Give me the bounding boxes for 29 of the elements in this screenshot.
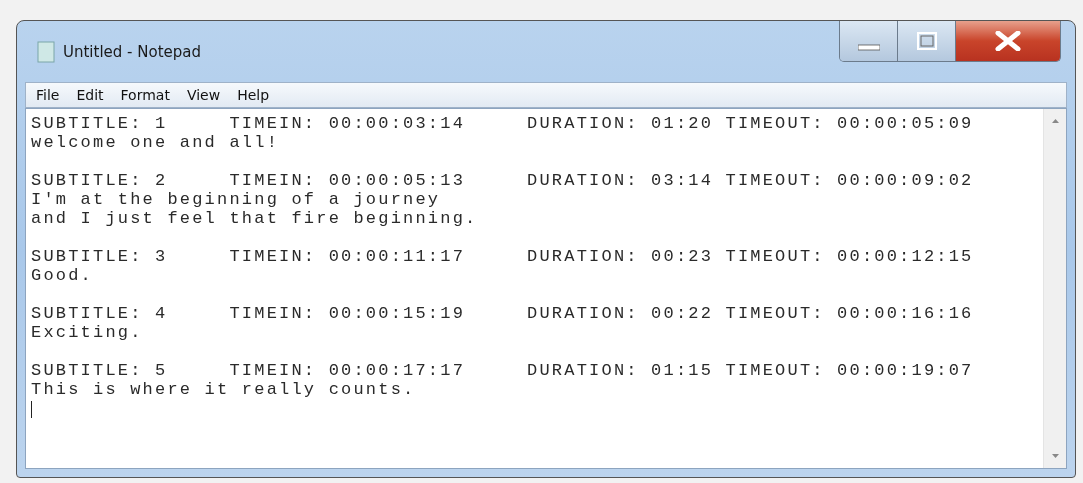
close-button[interactable] — [956, 21, 1060, 61]
maximize-icon — [916, 32, 937, 50]
close-icon — [995, 31, 1021, 51]
menu-item[interactable]: Format — [120, 87, 170, 103]
maximize-button[interactable] — [898, 21, 956, 61]
text-area[interactable] — [25, 108, 1067, 469]
minimize-icon — [857, 44, 880, 52]
text-line: Exciting. — [31, 323, 143, 342]
menu-item[interactable]: View — [186, 87, 221, 103]
text-cursor — [31, 401, 32, 418]
text-line: Good. — [31, 266, 93, 285]
text-line: and I just feel that fire beginning. — [31, 209, 478, 228]
scroll-down-icon[interactable] — [1051, 454, 1059, 458]
scrollbar[interactable] — [1043, 109, 1066, 468]
text-line: This is where it really counts. — [31, 380, 416, 399]
minimize-button[interactable] — [840, 21, 898, 61]
text-line: welcome one and all! — [31, 133, 280, 152]
text-line: SUBTITLE: 2 TIMEIN: 00:00:05:13 DURATION: 03:14 TIMEOUT: 00:00:09:02 — [31, 171, 974, 190]
text-line: SUBTITLE: 1 TIMEIN: 00:00:03:14 DURATION: 01:20 TIMEOUT: 00:00:05:09 — [31, 114, 974, 133]
text-line: SUBTITLE: 4 TIMEIN: 00:00:15:19 DURATION: 00:22 TIMEOUT: 00:00:16:16 — [31, 304, 974, 323]
notepad-icon — [37, 41, 55, 63]
text-line: SUBTITLE: 3 TIMEIN: 00:00:11:17 DURATION: 00:23 TIMEOUT: 00:00:12:15 — [31, 247, 974, 266]
menu-item[interactable]: File — [36, 87, 60, 103]
menu-item[interactable]: Help — [237, 87, 270, 103]
scroll-up-icon[interactable] — [1051, 119, 1059, 123]
window-title: Untitled - Notepad — [63, 43, 202, 61]
text-line: I'm at the beginning of a journey — [31, 190, 441, 209]
text-line: SUBTITLE: 5 TIMEIN: 00:00:17:17 DURATION: 01:15 TIMEOUT: 00:00:19:07 — [31, 361, 974, 380]
menu-item[interactable]: Edit — [76, 87, 104, 103]
